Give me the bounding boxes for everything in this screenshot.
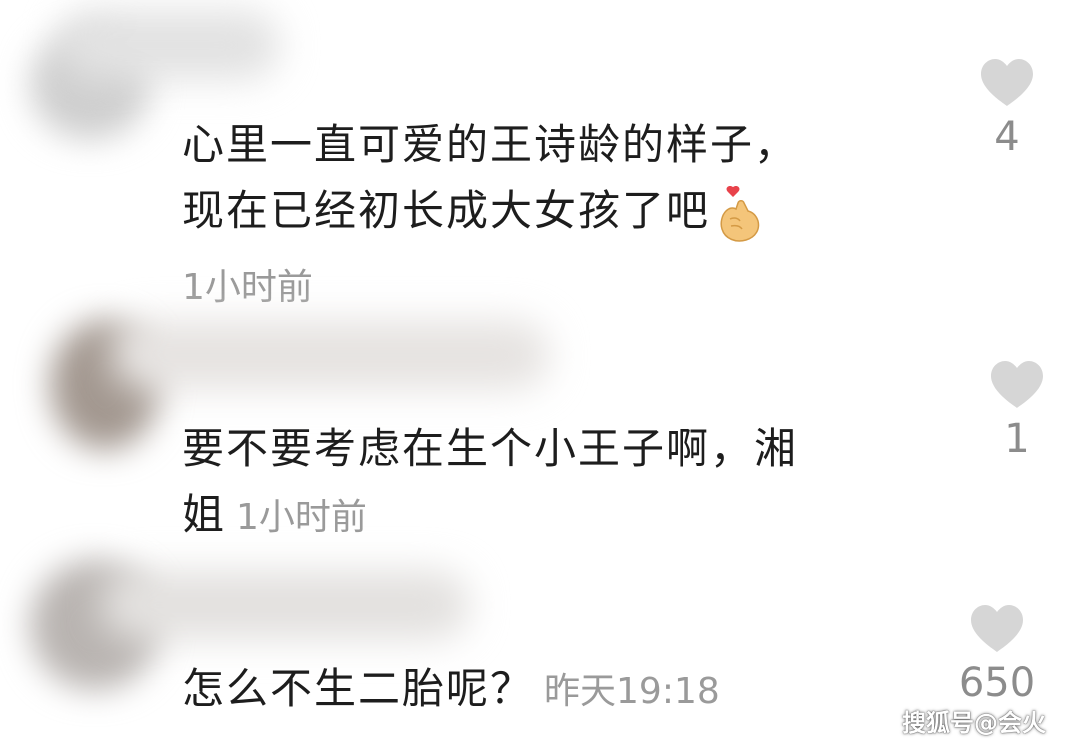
like-count: 4: [994, 114, 1020, 160]
comment-text: 要不要考虑在生个小王子啊，湘 姐 1小时前: [182, 416, 798, 551]
comment-list: 心里一直可爱的王诗龄的样子， 现在已经初长成大女孩了吧 1小时前 4 要不要考虑…: [0, 0, 1068, 748]
comment-text: 心里一直可爱的王诗龄的样子， 现在已经初长成大女孩了吧: [182, 112, 798, 244]
comment-text-line: 要不要考虑在生个小王子啊，湘: [182, 424, 799, 473]
heart-icon: [991, 361, 1043, 408]
like-button[interactable]: 1: [972, 360, 1062, 462]
like-button[interactable]: 4: [962, 58, 1052, 160]
comment-time: 1小时前: [236, 497, 367, 538]
username-blurred: [100, 570, 470, 640]
comment-item: 要不要考虑在生个小王子啊，湘 姐 1小时前 1: [0, 300, 1068, 540]
watermark: 搜狐号@会火: [902, 709, 1046, 737]
heart-icon: [971, 605, 1023, 652]
comment-text: 怎么不生二胎呢？ 昨天19:18: [182, 656, 720, 725]
comment-text-line: 心里一直可爱的王诗龄的样子，: [182, 120, 799, 169]
comment-item: 心里一直可爱的王诗龄的样子， 现在已经初长成大女孩了吧 1小时前 4: [0, 0, 1068, 308]
comment-time: 昨天19:18: [544, 671, 720, 712]
comment-text-line: 现在已经初长成大女孩了吧: [182, 178, 798, 244]
like-count: 1: [1004, 416, 1030, 462]
like-button[interactable]: 650: [952, 604, 1042, 706]
username-blurred: [60, 10, 280, 80]
finger-heart-emoji-icon: [720, 185, 760, 242]
comment-text-line: 怎么不生二胎呢？ 昨天19:18: [182, 664, 720, 713]
username-blurred: [110, 320, 550, 390]
heart-icon: [981, 59, 1033, 106]
like-count: 650: [958, 660, 1036, 706]
